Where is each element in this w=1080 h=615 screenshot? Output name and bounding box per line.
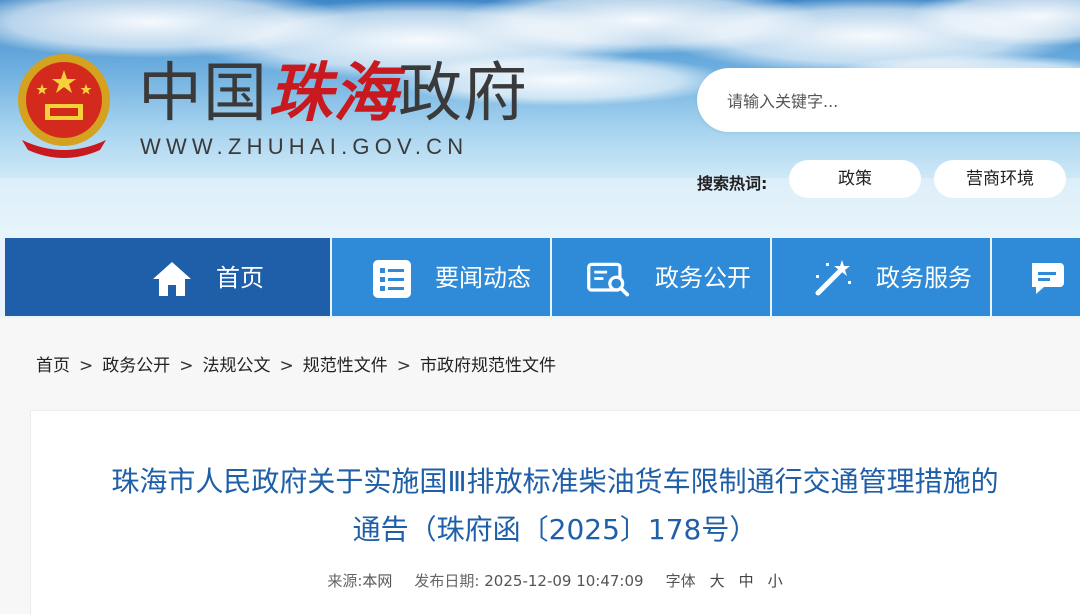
site-name-city: 珠海 [268, 56, 398, 131]
article-meta: 来源:本网 发布日期: 2025-12-09 10:47:09 字体大中小 [30, 570, 1080, 592]
breadcrumb-separator: > [396, 356, 411, 376]
nav-label-gov-affairs-open: 政务公开 [655, 264, 751, 292]
nav-item-interaction[interactable] [992, 238, 1080, 316]
source-value: 本网 [362, 572, 393, 590]
main-nav: 首页 要闻动态 政务公开 政务服务 [0, 238, 1080, 318]
breadcrumb-normative-documents[interactable]: 规范性文件 [303, 356, 388, 376]
font-size-large-button[interactable]: 大 [710, 570, 725, 592]
nav-label-news: 要闻动态 [435, 264, 531, 292]
source-label: 来源: [327, 572, 363, 590]
news-list-icon [373, 260, 411, 298]
nav-left-edge [5, 238, 110, 316]
breadcrumb: 首页 > 政务公开 > 法规公文 > 规范性文件 > 市政府规范性文件 [36, 354, 556, 378]
magic-wand-icon [815, 260, 851, 296]
font-size-medium-button[interactable]: 中 [739, 570, 754, 592]
article-title-line1: 珠海市人民政府关于实施国Ⅲ排放标准柴油货车限制通行交通管理措施的 [111, 465, 999, 498]
home-icon [153, 262, 191, 296]
breadcrumb-city-normative-documents[interactable]: 市政府规范性文件 [420, 356, 556, 376]
publish-date-value: 2025-12-09 10:47:09 [484, 572, 644, 590]
breadcrumb-separator: > [279, 356, 294, 376]
article-title-line2: 通告（珠府函〔2025〕178号） [352, 513, 758, 546]
nav-item-news[interactable]: 要闻动态 [332, 238, 550, 316]
site-header: 中国珠海政府 WWW.ZHUHAI.GOV.CN 搜索热词: 政策 营商环境 [0, 0, 1080, 238]
search-input[interactable] [725, 86, 1079, 116]
font-size-label: 字体 [665, 572, 696, 590]
hot-search-tag-business-environment[interactable]: 营商环境 [934, 160, 1066, 198]
breadcrumb-separator: > [79, 356, 94, 376]
breadcrumb-regulations[interactable]: 法规公文 [203, 356, 271, 376]
site-name-prefix: 中国 [138, 57, 268, 131]
nav-item-gov-affairs-open[interactable]: 政务公开 [552, 238, 770, 316]
search-box [697, 68, 1080, 132]
hot-search-label: 搜索热词: [697, 174, 768, 193]
national-emblem-icon [18, 54, 110, 158]
publish-date-label: 发布日期: [414, 572, 480, 590]
search-document-icon [587, 262, 630, 297]
breadcrumb-home[interactable]: 首页 [36, 356, 70, 376]
nav-label-gov-services: 政务服务 [876, 264, 972, 292]
article-title: 珠海市人民政府关于实施国Ⅲ排放标准柴油货车限制通行交通管理措施的 通告（珠府函〔… [30, 458, 1080, 554]
breadcrumb-gov-affairs-open[interactable]: 政务公开 [102, 356, 170, 376]
site-name: 中国珠海政府 [138, 56, 528, 131]
breadcrumb-separator: > [179, 356, 194, 376]
hot-search-tag-policy[interactable]: 政策 [789, 160, 921, 198]
chat-icon [1032, 263, 1064, 294]
font-size-small-button[interactable]: 小 [768, 570, 783, 592]
nav-label-home: 首页 [216, 264, 264, 292]
nav-item-gov-services[interactable]: 政务服务 [772, 238, 990, 316]
nav-item-home[interactable]: 首页 [110, 238, 330, 316]
site-domain: WWW.ZHUHAI.GOV.CN [140, 134, 469, 159]
site-name-suffix: 政府 [398, 57, 528, 131]
